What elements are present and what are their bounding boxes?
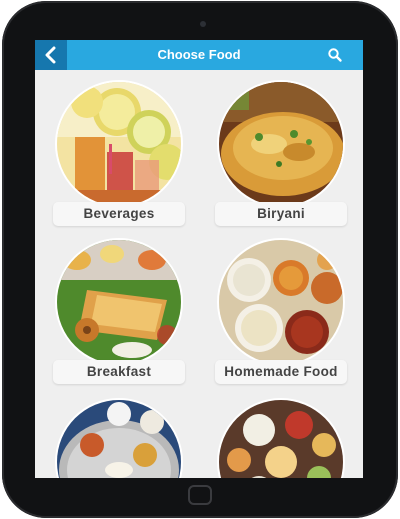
thali-image — [55, 398, 183, 478]
category-label: Biryani — [215, 202, 347, 226]
category-label: Breakfast — [53, 360, 185, 384]
app-screen: Choose Food Beverages Biryani Breakfast … — [35, 40, 363, 478]
front-camera — [200, 21, 206, 27]
homemade-food-image — [217, 238, 345, 366]
beverages-image — [55, 80, 183, 208]
category-label: Beverages — [53, 202, 185, 226]
search-button[interactable] — [327, 47, 343, 63]
breakfast-image — [55, 238, 183, 366]
search-icon — [328, 48, 342, 62]
page-title: Choose Food — [157, 47, 241, 62]
home-button[interactable] — [188, 485, 212, 505]
top-bar: Choose Food — [35, 40, 363, 70]
buffet-image — [217, 398, 345, 478]
category-label: Homemade Food — [215, 360, 347, 384]
biryani-image — [217, 80, 345, 208]
